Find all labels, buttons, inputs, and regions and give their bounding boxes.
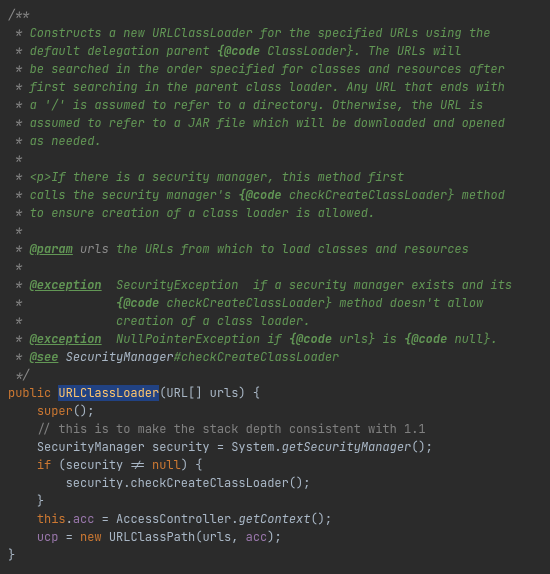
keyword-new: new: [80, 529, 102, 545]
see-link-class: SecurityManager: [66, 349, 174, 365]
param-tag: @param: [30, 241, 73, 257]
code-tag: {@code: [217, 43, 260, 59]
code-editor[interactable]: /** * Constructs a new URLClassLoader fo…: [0, 0, 550, 574]
constructor-signature: (URL[] urls) {: [159, 385, 260, 401]
line-comment: // this is to make the stack depth consi…: [37, 421, 426, 437]
keyword-null: null: [152, 457, 181, 473]
javadoc-close: */: [8, 367, 30, 383]
see-tag: @see: [30, 349, 59, 365]
method-call: getSecurityManager: [282, 439, 412, 455]
javadoc-star: *: [8, 25, 30, 41]
javadoc-text: Constructs a new URLClassLoader for the …: [30, 25, 491, 41]
keyword-public: public: [8, 385, 51, 401]
javadoc-open: /**: [8, 7, 30, 23]
keyword-if: if: [37, 457, 51, 473]
closing-brace: }: [8, 547, 15, 563]
field-acc: acc: [73, 511, 95, 527]
exception-tag: @exception: [30, 277, 102, 293]
param-name: urls: [80, 241, 109, 257]
keyword-this: this: [37, 511, 66, 527]
field-ucp: ucp: [37, 529, 59, 545]
keyword-super: super: [37, 403, 73, 419]
constructor-name: URLClassLoader: [58, 385, 159, 401]
see-link-ref: #checkCreateClassLoader: [174, 349, 340, 365]
